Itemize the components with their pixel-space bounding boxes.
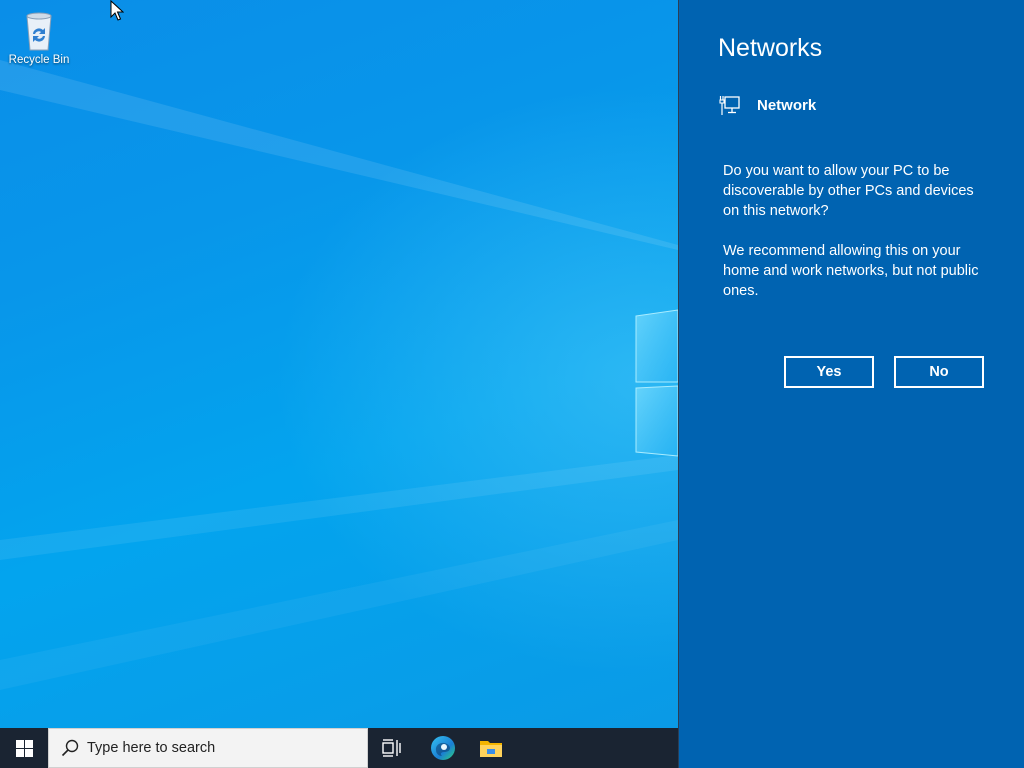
network-name: Network (757, 96, 817, 114)
edge-taskbar-button[interactable] (419, 728, 467, 768)
windows-logo-icon (15, 739, 33, 757)
edge-browser-icon (431, 736, 455, 760)
wallpaper-light-rays (0, 60, 678, 690)
task-view-icon (382, 739, 401, 757)
file-explorer-taskbar-button[interactable] (467, 728, 515, 768)
no-button[interactable]: No (894, 356, 984, 388)
search-icon (61, 739, 79, 757)
taskbar-search-box[interactable] (48, 728, 368, 768)
start-button[interactable] (0, 728, 48, 768)
desktop-icon-recycle-bin[interactable]: Recycle Bin (4, 6, 74, 76)
recycle-bin-label: Recycle Bin (8, 54, 70, 66)
desktop[interactable]: Recycle Bin (0, 0, 678, 728)
recycle-bin-icon (26, 12, 52, 51)
ethernet-monitor-icon (719, 96, 740, 115)
taskbar (0, 728, 678, 768)
network-item[interactable]: Network (719, 94, 816, 116)
yes-button[interactable]: Yes (784, 356, 874, 388)
recommendation-text: We recommend allowing this on your home … (723, 243, 979, 299)
search-input[interactable] (87, 740, 347, 756)
task-view-button[interactable] (368, 728, 416, 768)
discoverable-question: Do you want to allow your PC to be disco… (723, 163, 974, 219)
flyout-title: Networks (718, 34, 823, 62)
networks-flyout: Networks Network Do you want to allow yo… (678, 0, 1024, 768)
folder-icon (480, 741, 502, 757)
mouse-cursor-icon (110, 0, 124, 21)
